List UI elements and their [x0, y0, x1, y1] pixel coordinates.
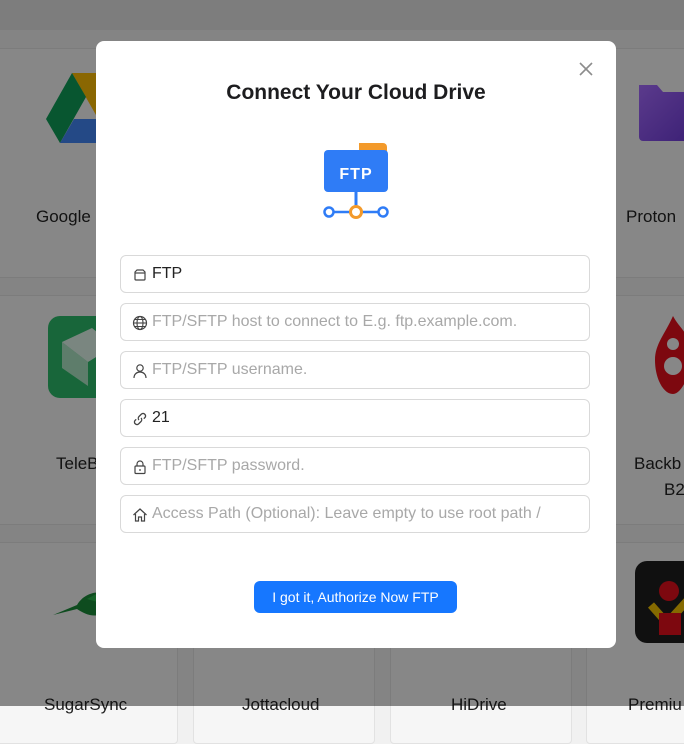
ftp-logo-text: FTP	[339, 166, 372, 183]
box-icon	[134, 269, 146, 281]
authorize-button[interactable]: I got it, Authorize Now FTP	[254, 581, 457, 613]
drive-type-field[interactable]	[120, 255, 590, 293]
home-icon	[133, 508, 147, 522]
drive-type-input[interactable]	[152, 256, 582, 292]
close-icon[interactable]	[576, 59, 596, 79]
dialog-title: Connect Your Cloud Drive	[226, 81, 486, 104]
lock-icon	[134, 460, 146, 475]
host-input[interactable]	[152, 304, 582, 340]
access-path-input[interactable]	[152, 496, 582, 532]
port-field[interactable]	[120, 399, 590, 437]
username-field[interactable]	[120, 351, 590, 389]
port-input[interactable]	[152, 400, 582, 436]
password-field[interactable]	[120, 447, 590, 485]
link-icon	[133, 412, 147, 426]
globe-icon	[132, 315, 148, 331]
password-input[interactable]	[152, 448, 582, 484]
user-icon	[133, 364, 147, 379]
connect-drive-dialog: Connect Your Cloud Drive FTP FTP FTP/SFT…	[96, 41, 616, 648]
host-field[interactable]	[120, 303, 590, 341]
access-path-field[interactable]	[120, 495, 590, 533]
username-input[interactable]	[152, 352, 582, 388]
ftp-logo-icon: FTP	[323, 143, 389, 219]
